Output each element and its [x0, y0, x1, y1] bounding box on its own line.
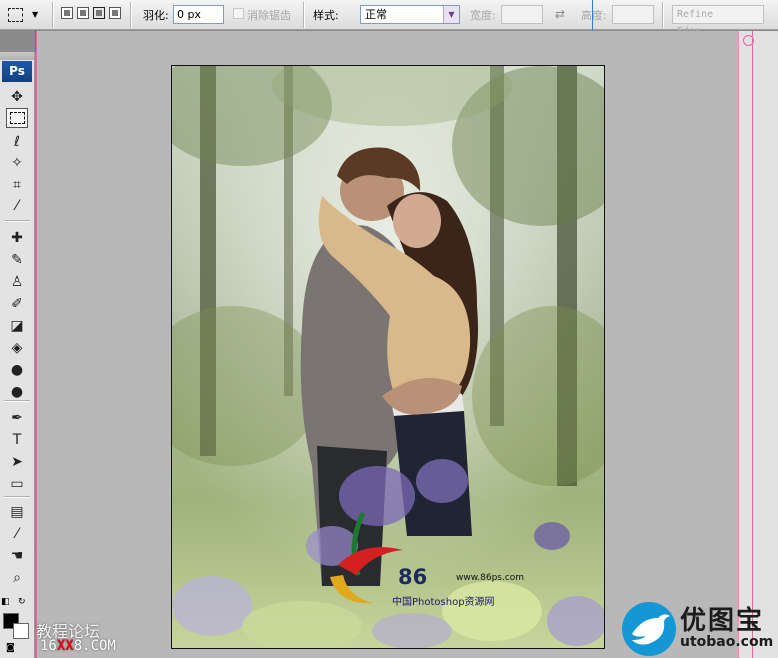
86ps-number: 86 [398, 565, 428, 589]
brand-name: 优图宝 [680, 606, 765, 636]
chevron-down-icon: ▼ [32, 10, 39, 19]
style-select[interactable]: 正常 ▼ [360, 5, 460, 24]
swap-dimensions-icon[interactable]: ⇄ [555, 7, 565, 21]
height-label: 高度: [581, 9, 607, 22]
ps-logo[interactable]: Ps [2, 61, 32, 82]
default-colors-icon[interactable]: ◧ [1, 597, 10, 607]
paint-bucket-tool-icon[interactable]: ◈ [6, 338, 28, 358]
divider [130, 2, 132, 28]
height-input[interactable] [612, 5, 654, 24]
path-selection-tool-icon[interactable]: ➤ [6, 452, 28, 472]
guide-line [35, 30, 36, 52]
history-brush-tool-icon[interactable]: ✐ [6, 294, 28, 314]
rect-marquee-tool-icon[interactable] [6, 108, 28, 128]
brand-url: utobao.com [680, 634, 774, 650]
utobao-watermark: 优图宝 utobao.com [620, 598, 778, 658]
rect-marquee-icon [9, 112, 25, 124]
divider [662, 2, 664, 28]
swap-colors-icon[interactable]: ↻ [18, 597, 26, 607]
add-to-selection-button[interactable] [77, 7, 89, 19]
site-watermark-suffix: 8.COM [73, 638, 116, 654]
healing-brush-tool-icon[interactable]: ✚ [6, 228, 28, 248]
notes-tool-icon[interactable]: ▤ [6, 502, 28, 522]
tool-group-divider [4, 496, 30, 498]
move-tool-icon[interactable]: ✥ [6, 87, 28, 107]
86ps-chinese-name: 中国Photoshop资源网 [392, 597, 495, 608]
86ps-watermark: 86 www.86ps.com 中国Photoshop资源网 [170, 505, 524, 615]
feather-label: 羽化: [143, 9, 169, 22]
guide-line [752, 31, 753, 658]
guide-line [36, 31, 37, 658]
panel-grip[interactable] [0, 52, 34, 60]
zoom-tool-icon[interactable]: ⌕ [6, 568, 28, 588]
quick-mask-icon[interactable]: ◙ [6, 643, 15, 653]
site-watermark-xx: XX [56, 638, 74, 654]
clone-stamp-tool-icon[interactable]: ♙ [6, 272, 28, 292]
magic-wand-tool-icon[interactable]: ✧ [6, 153, 28, 173]
type-tool-icon[interactable]: T [6, 430, 28, 450]
tool-group-divider [4, 400, 30, 402]
guide-line [592, 0, 593, 30]
options-bar: ▼ 羽化: 0 px 消除锯齿 样式: 正常 ▼ 宽度: ⇄ 高度: Refin… [0, 0, 778, 37]
eraser-tool-icon[interactable]: ◪ [6, 316, 28, 336]
style-value: 正常 [365, 8, 387, 21]
style-label: 样式: [313, 9, 339, 22]
rectangle-shape-tool-icon[interactable]: ▭ [6, 474, 28, 494]
new-selection-button[interactable] [61, 7, 73, 19]
dodge-tool-icon[interactable]: ● [6, 382, 28, 402]
hand-tool-icon[interactable]: ☚ [6, 546, 28, 566]
tools-panel: Ps ✥ ℓ ✧ ⌗ ⁄ ✚ ✎ ♙ ✐ ◪ ◈ ● ● ✒ T ➤ ▭ ▤ ⁄ ☚ ⌕ ◧ ↻ ◙ [0, 52, 35, 658]
eyedropper-tool-icon[interactable]: ⁄ [6, 196, 28, 216]
crop-tool-icon[interactable]: ⌗ [6, 175, 28, 195]
bird-logo-icon [622, 602, 676, 656]
divider [303, 2, 305, 28]
intersect-selection-button[interactable] [109, 7, 121, 19]
rect-marquee-icon [8, 8, 23, 22]
refine-edge-button[interactable]: Refine Edge... [672, 5, 764, 37]
width-label: 宽度: [470, 9, 496, 22]
tool-group-divider [4, 220, 30, 222]
brush-tool-icon[interactable]: ✎ [6, 250, 28, 270]
site-watermark-prefix: 16 [40, 638, 57, 654]
collapsed-panel-dock[interactable] [738, 31, 778, 658]
background-color-swatch[interactable] [13, 623, 29, 639]
width-input[interactable] [501, 5, 543, 24]
blur-tool-icon[interactable]: ● [6, 360, 28, 380]
antialias-checkbox[interactable] [233, 8, 244, 19]
site-watermark: 16XX8.COM [40, 638, 116, 654]
antialias-label: 消除锯齿 [247, 9, 291, 22]
pen-tool-icon[interactable]: ✒ [6, 408, 28, 428]
eyedropper2-tool-icon[interactable]: ⁄ [6, 524, 28, 544]
tool-preset-picker[interactable]: ▼ [6, 5, 42, 25]
color-swatches: ◧ ↻ ◙ [0, 597, 34, 657]
feather-input[interactable]: 0 px [173, 5, 224, 24]
86ps-url: www.86ps.com [456, 573, 525, 583]
divider [52, 2, 54, 28]
chevron-down-icon: ▼ [443, 6, 459, 23]
lasso-tool-icon[interactable]: ℓ [6, 132, 28, 152]
subtract-from-selection-button[interactable] [93, 7, 105, 19]
